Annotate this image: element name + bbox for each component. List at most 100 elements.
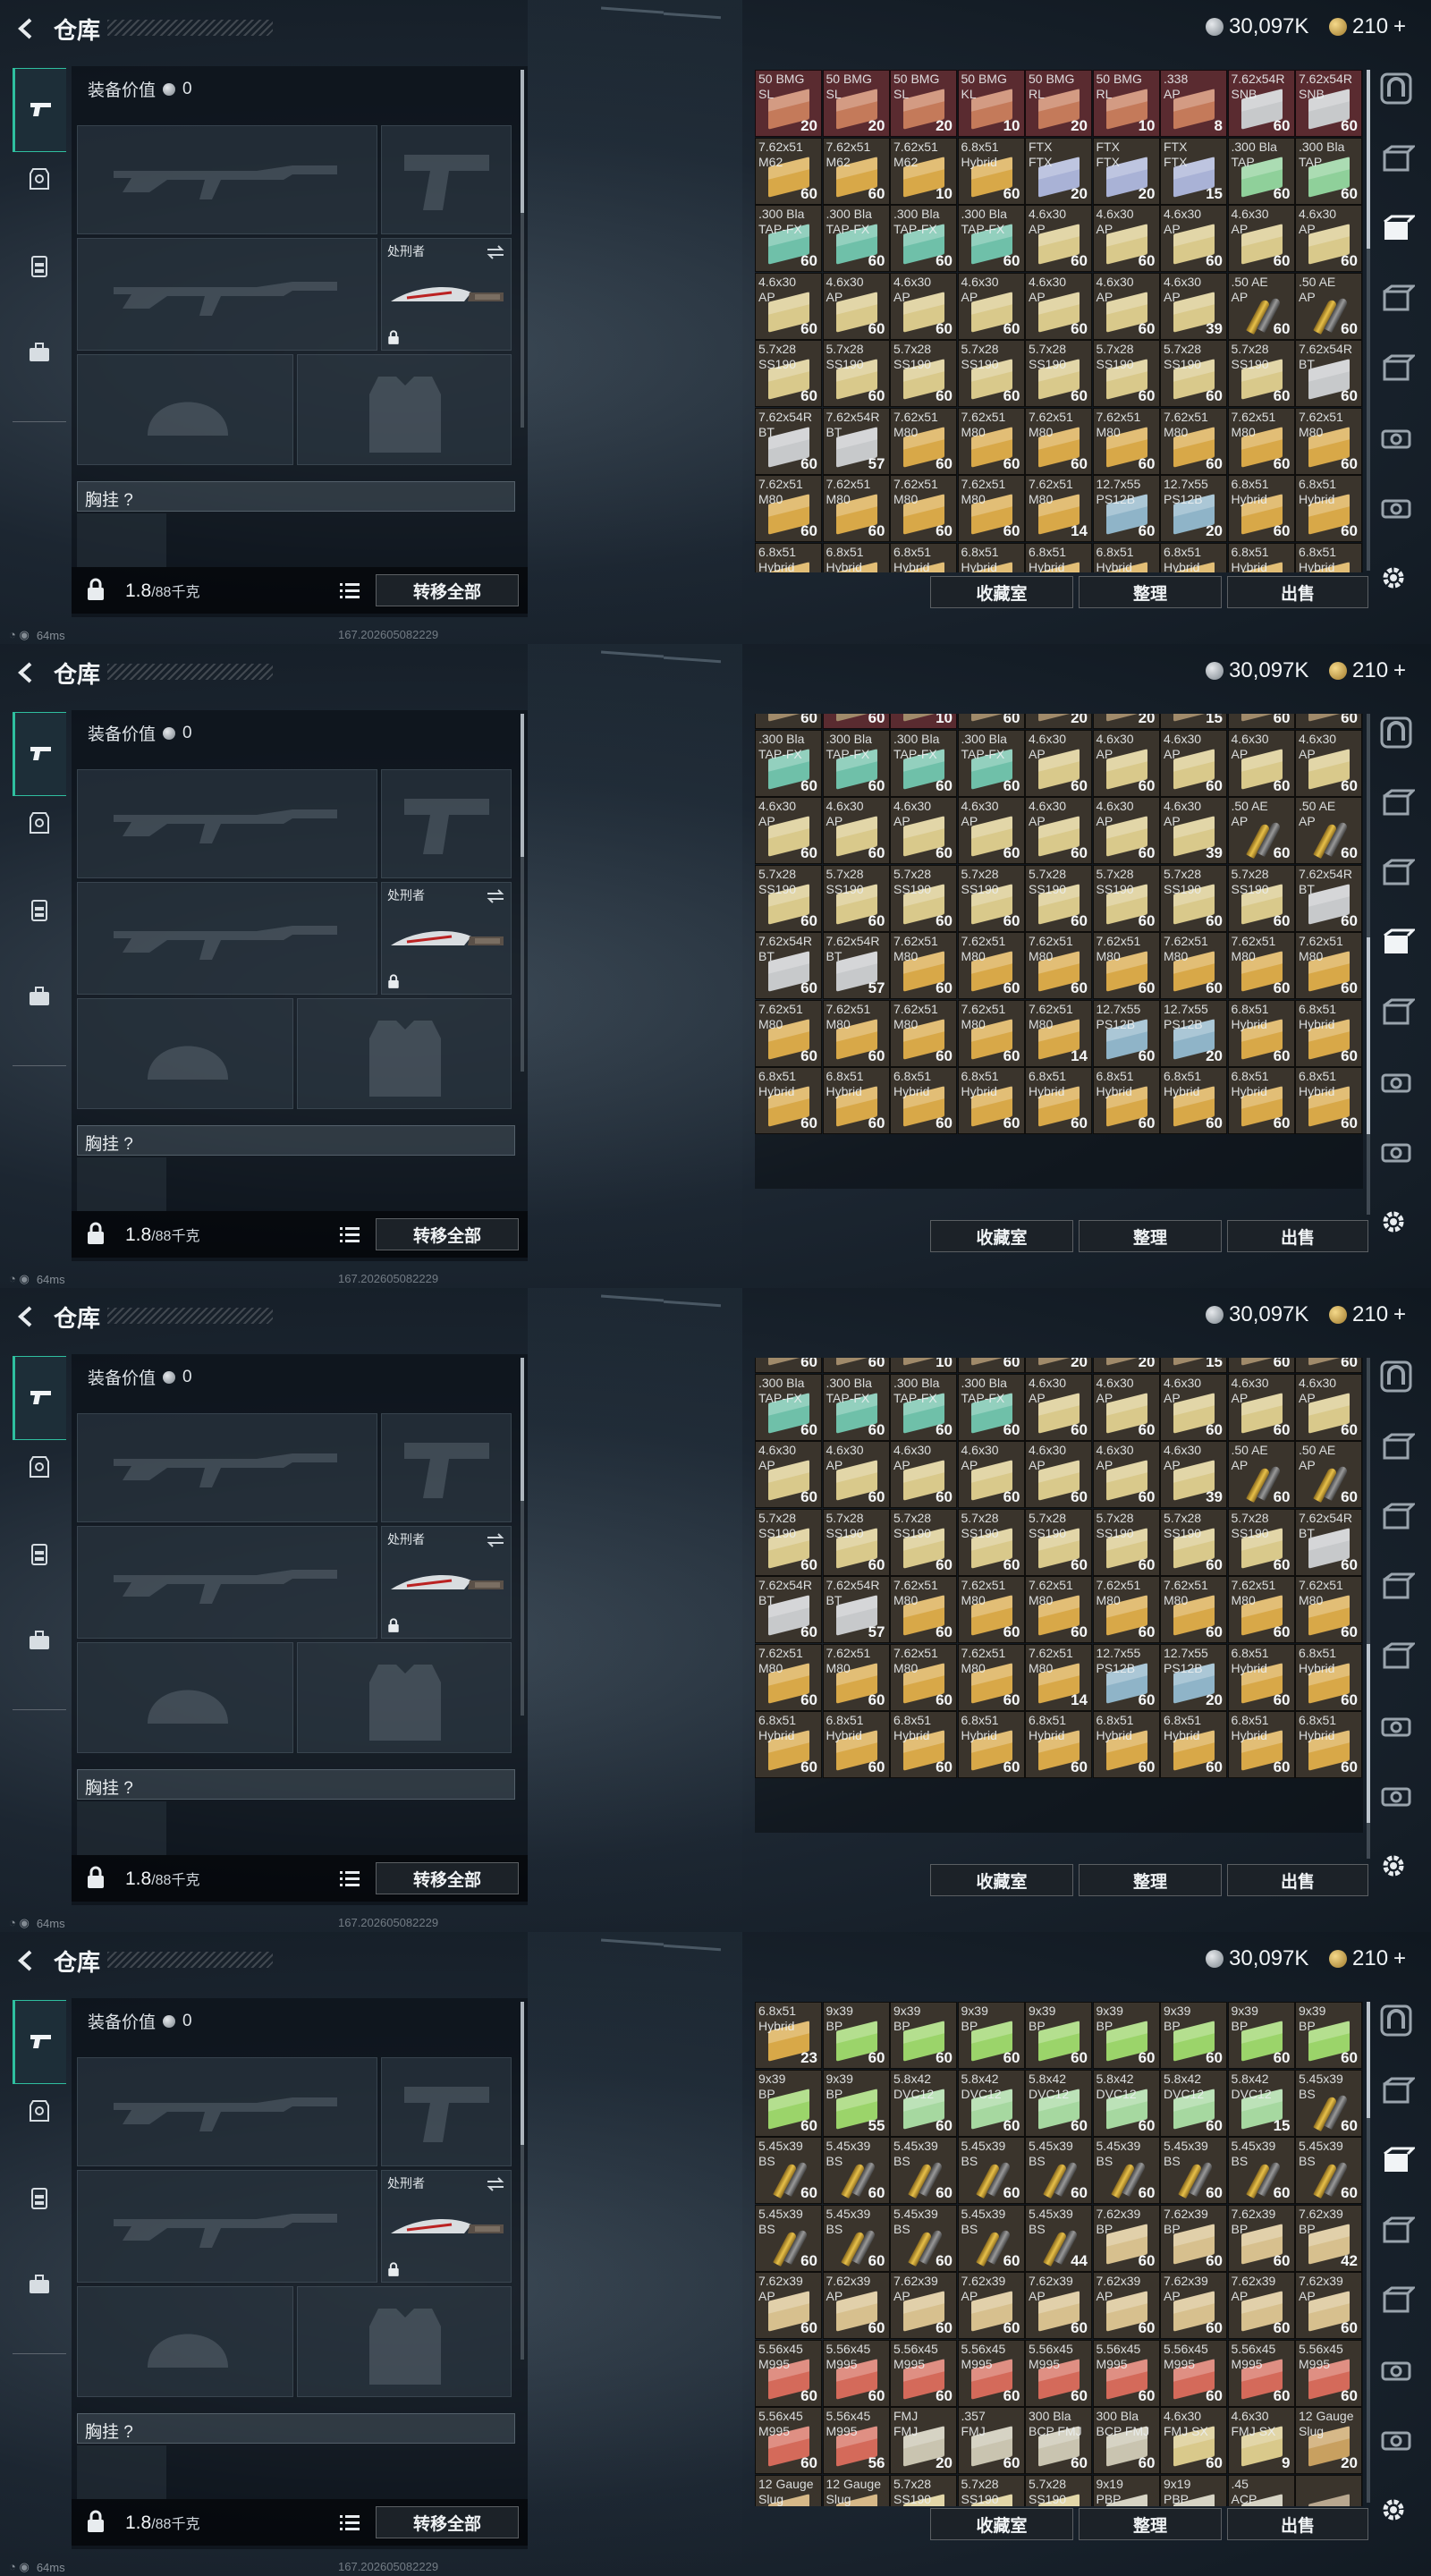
ammo-item[interactable]: 4.6x30 AP 60	[1025, 797, 1092, 864]
ammo-item[interactable]: 6.8x51 Hybrid 60	[1295, 999, 1362, 1067]
melee-slot[interactable]: 处刑者	[381, 882, 512, 995]
scrollbar-thumb[interactable]	[521, 714, 524, 857]
scrollbar-thumb[interactable]	[1367, 70, 1370, 249]
ammo-item[interactable]: 12 Gauge Slug	[755, 2474, 822, 2506]
ammo-item[interactable]: 7.62x51 M80 60	[1092, 407, 1160, 475]
sell-button[interactable]: 出售	[1227, 576, 1368, 608]
ammo-item[interactable]: .300 Bla TAP 60	[1295, 137, 1362, 205]
ammo-item[interactable]: 5.45x39 BS 60	[1025, 2137, 1092, 2204]
safe-icon[interactable]	[1377, 70, 1415, 107]
gear-icon[interactable]	[1379, 1852, 1408, 1880]
ammo-item[interactable]: 4.6x30 AP 60	[1227, 729, 1295, 797]
ammo-item[interactable]: 4.6x30 AP 60	[1092, 205, 1160, 272]
armor-slot[interactable]	[297, 354, 512, 465]
ammo-item[interactable]: 10	[890, 714, 957, 729]
ammo-item[interactable]: 7.62x51 M80 60	[1160, 407, 1227, 475]
ammo-item[interactable]: 5.7x28 SS190 60	[1227, 1508, 1295, 1576]
tab-backpack[interactable]	[13, 327, 66, 381]
ammo-item[interactable]: 7.62x51 M80 60	[890, 999, 957, 1067]
ammo-item[interactable]: 7.62x39 BP 60	[1092, 2204, 1160, 2272]
ammo-item[interactable]: 7.62x39 AP 60	[957, 2272, 1025, 2339]
ammo-item[interactable]: 9x39 BP 60	[755, 2069, 822, 2137]
ammo-item[interactable]: 60	[1227, 714, 1295, 729]
safe-icon[interactable]	[1377, 1358, 1415, 1395]
ammo-item[interactable]: 9x39 BP 60	[1025, 2002, 1092, 2069]
ammo-item[interactable]: 6.8x51 Hybrid 60	[1025, 1067, 1092, 1134]
ammo-item[interactable]: 5.7x28 SS190 60	[822, 864, 890, 932]
ammo-item[interactable]: 4.6x30 AP 60	[1092, 272, 1160, 340]
gold-balance[interactable]: 210 +	[1329, 1302, 1406, 1327]
ammo-item[interactable]: 4.6x30 AP 39	[1160, 272, 1227, 340]
swap-icon[interactable]	[486, 2176, 505, 2192]
ammo-item[interactable]: 9x39 BP 60	[890, 2002, 957, 2069]
secondary-weapon-slot[interactable]	[77, 2170, 377, 2283]
ammo-item[interactable]: 5.45x39 BS 60	[1227, 2137, 1295, 2204]
ammo-item[interactable]: 9x39 BP 60	[1295, 2002, 1362, 2069]
ammo-item[interactable]: 5.45x39 BS 60	[755, 2204, 822, 2272]
ammo-item[interactable]: .300 Bla TAP-FX 60	[755, 205, 822, 272]
ammo-item[interactable]: 7.62x39 AP 60	[1227, 2272, 1295, 2339]
ammo-item[interactable]: 5.7x28 SS190 60	[890, 340, 957, 407]
camera-icon[interactable]	[1377, 2420, 1415, 2458]
ammo-item[interactable]: 7.62x54R BT 60	[755, 1576, 822, 1643]
ammo-item[interactable]: 4.6x30 AP 60	[1295, 729, 1362, 797]
ammo-item[interactable]: 60	[957, 1358, 1025, 1373]
ammo-item[interactable]: 6.8x51 Hybrid 60	[957, 1711, 1025, 1778]
ammo-item[interactable]: FTX FTX 15	[1160, 137, 1227, 205]
ammo-item[interactable]: 7.62x39 AP 60	[755, 2272, 822, 2339]
ammo-item[interactable]: 7.62x51 M80 60	[1025, 1576, 1092, 1643]
ammo-item[interactable]: 4.6x30 AP 60	[755, 272, 822, 340]
ammo-item[interactable]: 4.6x30 AP 60	[822, 272, 890, 340]
ammo-item[interactable]: 7.62x51 M80 60	[1025, 407, 1092, 475]
ammo-item[interactable]: .50 AE AP 60	[1227, 1441, 1295, 1508]
ammo-item[interactable]: 10	[890, 1358, 957, 1373]
gear-icon[interactable]	[1379, 564, 1408, 592]
ammo-item[interactable]: 4.6x30 AP 60	[1160, 1373, 1227, 1441]
ammo-item[interactable]: 6.8x51 Hybrid	[1295, 542, 1362, 572]
ammo-item[interactable]: 7.62x39 BP 60	[1227, 2204, 1295, 2272]
ammo-item[interactable]: 6.8x51 Hybrid	[1227, 542, 1295, 572]
ammo-item[interactable]: 12.7x55 PS12B 60	[1092, 475, 1160, 542]
ammo-item[interactable]: 50 BMG RL 20	[1025, 70, 1092, 137]
ammo-item[interactable]: 7.62x39 BP 42	[1295, 2204, 1362, 2272]
ammo-item[interactable]: 7.62x39 AP 60	[1025, 2272, 1092, 2339]
ammo-item[interactable]: 6.8x51 Hybrid 60	[1160, 1067, 1227, 1134]
gold-balance[interactable]: 210 +	[1329, 1946, 1406, 1971]
add-gold-plus[interactable]: +	[1393, 1946, 1406, 1971]
tab-weapons[interactable]	[13, 68, 66, 152]
primary-weapon-slot[interactable]	[77, 125, 377, 234]
ammo-item[interactable]: 6.8x51 Hybrid 60	[755, 1067, 822, 1134]
help-icon[interactable]: ?	[123, 2423, 133, 2442]
ammo-item[interactable]: 60	[822, 714, 890, 729]
ammo-item[interactable]: 5.7x28 SS190 60	[755, 1508, 822, 1576]
ammo-item[interactable]: 6.8x51 Hybrid 60	[1227, 1643, 1295, 1711]
ammo-item[interactable]: 7.62x54R SNB 60	[1227, 70, 1295, 137]
ammo-item[interactable]: 6.8x51 Hybrid 60	[957, 1067, 1025, 1134]
equipment-scrollbar[interactable]	[521, 70, 524, 428]
ammo-item[interactable]: 9x19 PBP	[1092, 2474, 1160, 2506]
ammo-item[interactable]: 50 BMG SL 20	[890, 70, 957, 137]
sell-button[interactable]: 出售	[1227, 2508, 1368, 2540]
ammo-item[interactable]: 20	[1025, 714, 1092, 729]
ammo-item[interactable]: 50 BMG SL 20	[755, 70, 822, 137]
scrollbar-thumb[interactable]	[1367, 2002, 1370, 2118]
ammo-item[interactable]: 5.7x28 SS190 60	[957, 864, 1025, 932]
ammo-item[interactable]: 5.45x39 BS 60	[822, 2204, 890, 2272]
ammo-item[interactable]: 6.8x51 Hybrid	[957, 542, 1025, 572]
add-gold-plus[interactable]: +	[1393, 1302, 1406, 1327]
collection-room-button[interactable]: 收藏室	[930, 1864, 1073, 1896]
pistol-slot[interactable]	[381, 1413, 512, 1522]
ammo-item[interactable]: 6.8x51 Hybrid 60	[1092, 1067, 1160, 1134]
scrollbar-thumb[interactable]	[1367, 937, 1370, 1134]
tab-backpack[interactable]	[13, 2259, 66, 2313]
ammo-item[interactable]: 6.8x51 Hybrid 60	[755, 1711, 822, 1778]
list-icon[interactable]	[340, 1225, 360, 1243]
ammo-item[interactable]: .338 AP 8	[1160, 70, 1227, 137]
ammo-item[interactable]: FMJ FMJ 20	[890, 2407, 957, 2474]
storage-box-icon[interactable]	[1377, 853, 1417, 891]
ammo-item[interactable]: 5.7x28 SS190 60	[1025, 1508, 1092, 1576]
ammo-item[interactable]: 9x39 BP 55	[822, 2069, 890, 2137]
ammo-item[interactable]: 9x39 BP 60	[1227, 2002, 1295, 2069]
ammo-item[interactable]: 4.6x30 AP 60	[1092, 797, 1160, 864]
ammo-item[interactable]: 6.8x51 Hybrid 60	[1227, 999, 1295, 1067]
